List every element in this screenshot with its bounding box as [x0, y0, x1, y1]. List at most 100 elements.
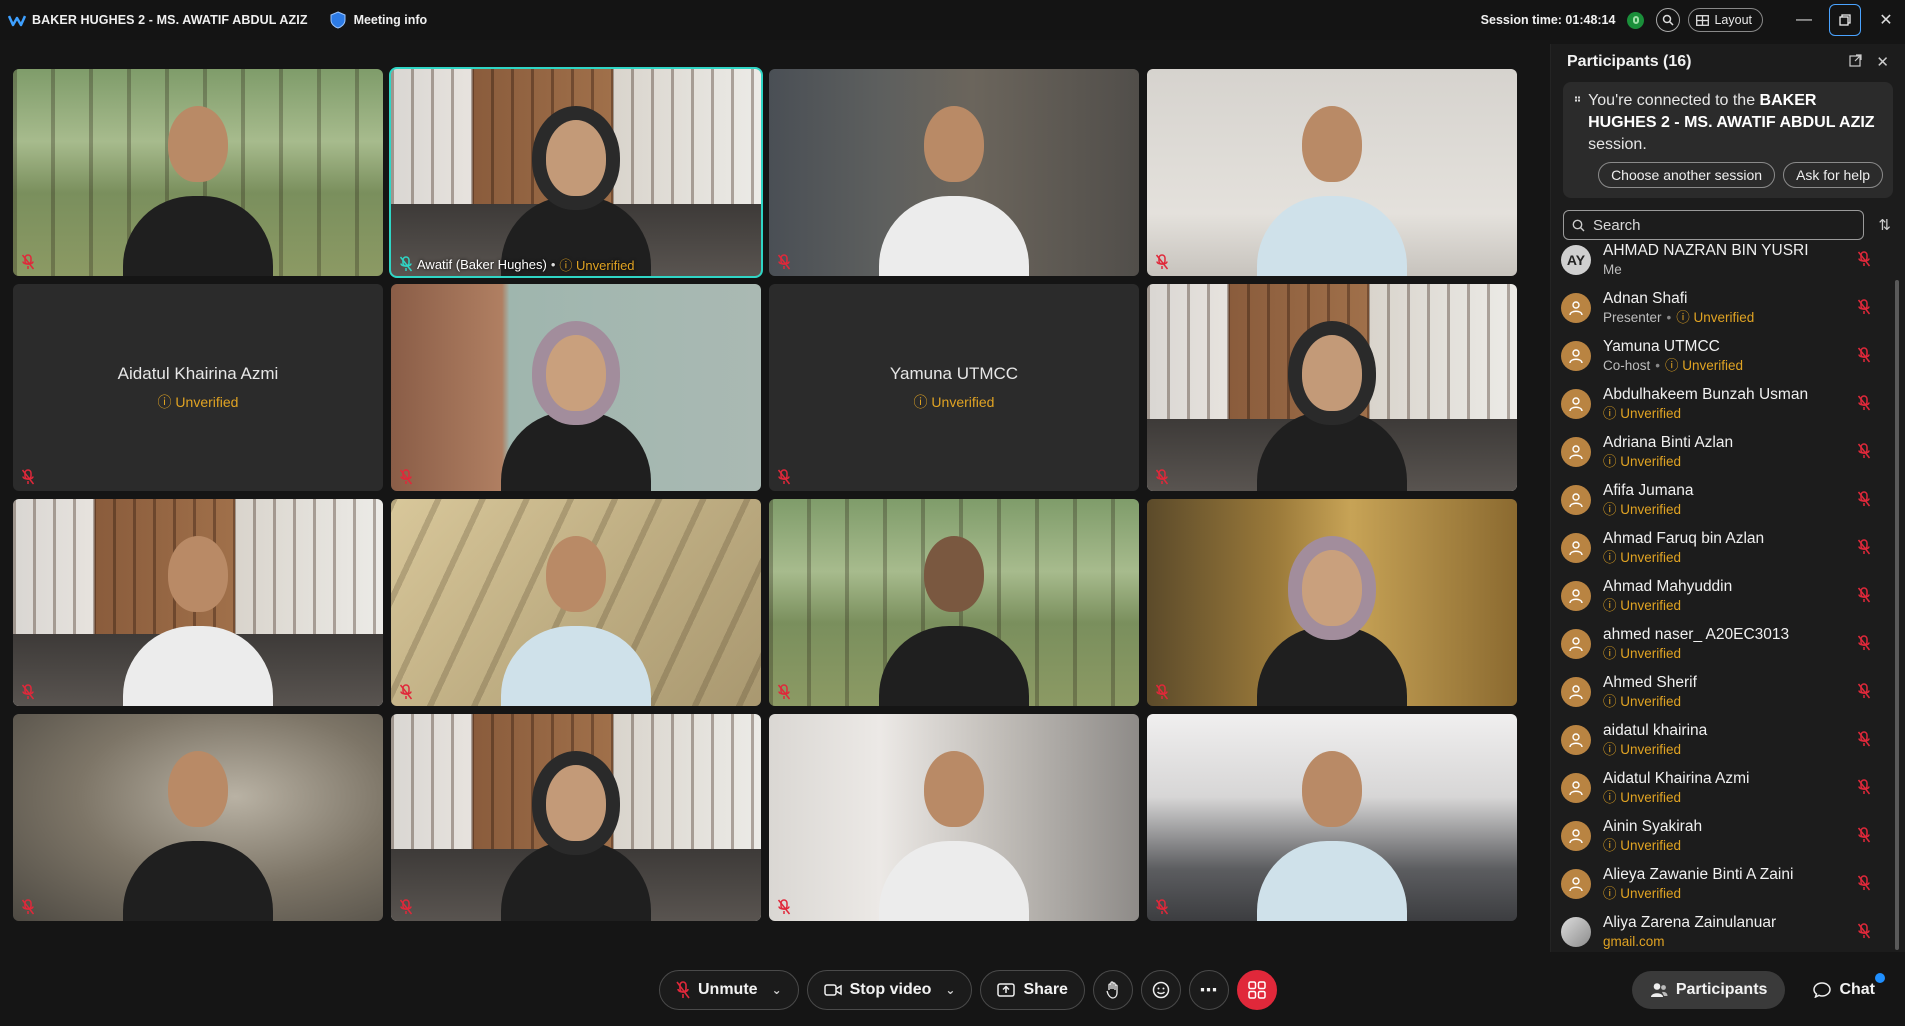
participant-mic-status[interactable]	[1857, 923, 1871, 942]
participant-video-tile[interactable]	[391, 284, 761, 491]
participant-video-tile[interactable]	[391, 714, 761, 921]
end-meeting-button[interactable]	[1236, 970, 1277, 1010]
meeting-info-button[interactable]: Meeting info	[330, 11, 428, 29]
participant-list-item[interactable]: ahmed naser_ A20EC3013 ⓘ Unverified	[1551, 620, 1905, 668]
participant-video-tile[interactable]: Aidatul Khairina Azmi ⓘ Unverified	[13, 284, 383, 491]
webex-logo-icon	[8, 15, 26, 27]
tile-mic-off	[1155, 469, 1171, 485]
raise-hand-button[interactable]	[1092, 970, 1133, 1010]
mic-off-icon	[399, 469, 413, 485]
chat-toggle-button[interactable]: Chat	[1795, 971, 1893, 1009]
meeting-controls: Unmute ⌄ Stop video ⌄ Share ⋯	[659, 970, 1277, 1010]
participant-mic-status[interactable]	[1857, 299, 1871, 318]
search-meeting-icon[interactable]	[1656, 8, 1681, 32]
participant-mic-status[interactable]	[1857, 539, 1871, 558]
layout-button[interactable]: Layout	[1688, 8, 1763, 32]
sort-icon[interactable]: ⇅	[1878, 216, 1891, 234]
participant-list-item[interactable]: Abdulhakeem Bunzah Usman ⓘ Unverified	[1551, 380, 1905, 428]
participant-mic-status[interactable]	[1857, 491, 1871, 510]
participant-video-tile[interactable]: Yamuna UTMCC ⓘ Unverified	[769, 284, 1139, 491]
avatar	[1561, 725, 1591, 755]
participant-list-item[interactable]: aidatul khairina ⓘ Unverified	[1551, 716, 1905, 764]
participant-mic-status[interactable]	[1857, 779, 1871, 798]
tile-mic-off	[21, 254, 37, 270]
minimize-button[interactable]: —	[1785, 0, 1823, 40]
participant-video-tile[interactable]	[13, 714, 383, 921]
participant-video-tile[interactable]	[1147, 714, 1517, 921]
participant-mic-status[interactable]	[1857, 587, 1871, 606]
participant-mic-status[interactable]	[1857, 251, 1871, 270]
guest-user-icon	[1569, 637, 1583, 652]
participant-figure	[501, 301, 651, 491]
participant-video-tile[interactable]: Awatif (Baker Hughes) • ⓘ Unverified	[389, 67, 763, 278]
tile-unverified-status: ⓘ Unverified	[559, 257, 635, 273]
participant-mic-status[interactable]	[1857, 731, 1871, 750]
unmute-button[interactable]: Unmute ⌄	[659, 970, 799, 1010]
participant-mic-status[interactable]	[1857, 443, 1871, 462]
participant-mic-status[interactable]	[1857, 875, 1871, 894]
mic-off-icon	[21, 254, 35, 270]
layout-label: Layout	[1714, 13, 1752, 27]
guest-user-icon	[1569, 589, 1583, 604]
participant-list-item[interactable]: Ahmad Mahyuddin ⓘ Unverified	[1551, 572, 1905, 620]
chevron-down-icon[interactable]: ⌄	[945, 983, 955, 997]
apps-icon	[1248, 981, 1266, 999]
stop-video-button[interactable]: Stop video ⌄	[806, 970, 973, 1010]
unverified-status: ⓘ Unverified	[1603, 598, 1682, 613]
audio-connected-icon[interactable]	[1627, 11, 1645, 29]
participant-video-tile[interactable]	[13, 499, 383, 706]
restore-button[interactable]	[1829, 4, 1861, 36]
participant-video-tile[interactable]	[1147, 69, 1517, 276]
stop-video-label: Stop video	[849, 981, 932, 998]
popout-icon[interactable]	[1849, 53, 1863, 71]
reactions-button[interactable]	[1140, 970, 1181, 1010]
ask-help-button[interactable]: Ask for help	[1783, 162, 1883, 188]
participant-mic-status[interactable]	[1857, 635, 1871, 654]
participant-list-item[interactable]: Adnan Shafi Presenter • ⓘ Unverified	[1551, 284, 1905, 332]
participant-video-tile[interactable]	[1147, 499, 1517, 706]
more-options-button[interactable]: ⋯	[1188, 970, 1229, 1010]
participant-list-item[interactable]: Alieya Zawanie Binti A Zaini ⓘ Unverified	[1551, 860, 1905, 908]
participant-mic-status[interactable]	[1857, 683, 1871, 702]
participant-video-tile[interactable]	[13, 69, 383, 276]
participant-name: Alieya Zawanie Binti A Zaini	[1603, 866, 1794, 883]
participant-mic-status[interactable]	[1857, 827, 1871, 846]
participant-list-item[interactable]: Afifa Jumana ⓘ Unverified	[1551, 476, 1905, 524]
participant-list-item[interactable]: Aidatul Khairina Azmi ⓘ Unverified	[1551, 764, 1905, 812]
participant-mic-status[interactable]	[1857, 395, 1871, 414]
scrollbar[interactable]	[1895, 280, 1899, 950]
participant-list-item[interactable]: Aliya Zarena Zainulanuar gmail.com	[1551, 908, 1905, 952]
close-panel-icon[interactable]: ✕	[1876, 53, 1889, 71]
share-button[interactable]: Share	[980, 970, 1085, 1010]
participant-figure	[501, 516, 651, 706]
guest-user-icon	[1569, 733, 1583, 748]
participant-list-item[interactable]: Ahmad Faruq bin Azlan ⓘ Unverified	[1551, 524, 1905, 572]
participant-video-tile[interactable]	[1147, 284, 1517, 491]
avatar: AY	[1561, 245, 1591, 275]
participant-name: Ainin Syakirah	[1603, 818, 1703, 835]
participant-list-item[interactable]: Ahmed Sherif ⓘ Unverified	[1551, 668, 1905, 716]
participant-mic-status[interactable]	[1857, 347, 1871, 366]
mic-off-icon	[777, 899, 791, 915]
unverified-status: ⓘ Unverified	[1603, 886, 1682, 901]
participant-figure	[501, 86, 651, 276]
tile-unverified-status: ⓘ Unverified	[157, 394, 239, 410]
participant-video-tile[interactable]	[769, 69, 1139, 276]
participant-list-item[interactable]: AY AHMAD NAZRAN BIN YUSRI Me	[1551, 236, 1905, 284]
meeting-info-label: Meeting info	[353, 13, 428, 27]
close-window-button[interactable]: ✕	[1867, 0, 1905, 40]
participants-toggle-button[interactable]: Participants	[1631, 971, 1786, 1009]
participant-video-tile[interactable]	[391, 499, 761, 706]
participant-list-item[interactable]: Yamuna UTMCC Co-host • ⓘ Unverified	[1551, 332, 1905, 380]
participant-video-tile[interactable]	[769, 714, 1139, 921]
participant-video-tile[interactable]	[769, 499, 1139, 706]
mic-off-icon	[21, 899, 35, 915]
tile-mic-off	[21, 684, 37, 700]
mic-off-icon	[777, 254, 791, 270]
participant-list-item[interactable]: Adriana Binti Azlan ⓘ Unverified	[1551, 428, 1905, 476]
participant-list-item[interactable]: Ainin Syakirah ⓘ Unverified	[1551, 812, 1905, 860]
choose-session-button[interactable]: Choose another session	[1598, 162, 1776, 188]
chevron-down-icon[interactable]: ⌄	[772, 983, 782, 997]
unverified-status: ⓘ Unverified	[1603, 406, 1682, 421]
participant-figure	[1257, 731, 1407, 921]
